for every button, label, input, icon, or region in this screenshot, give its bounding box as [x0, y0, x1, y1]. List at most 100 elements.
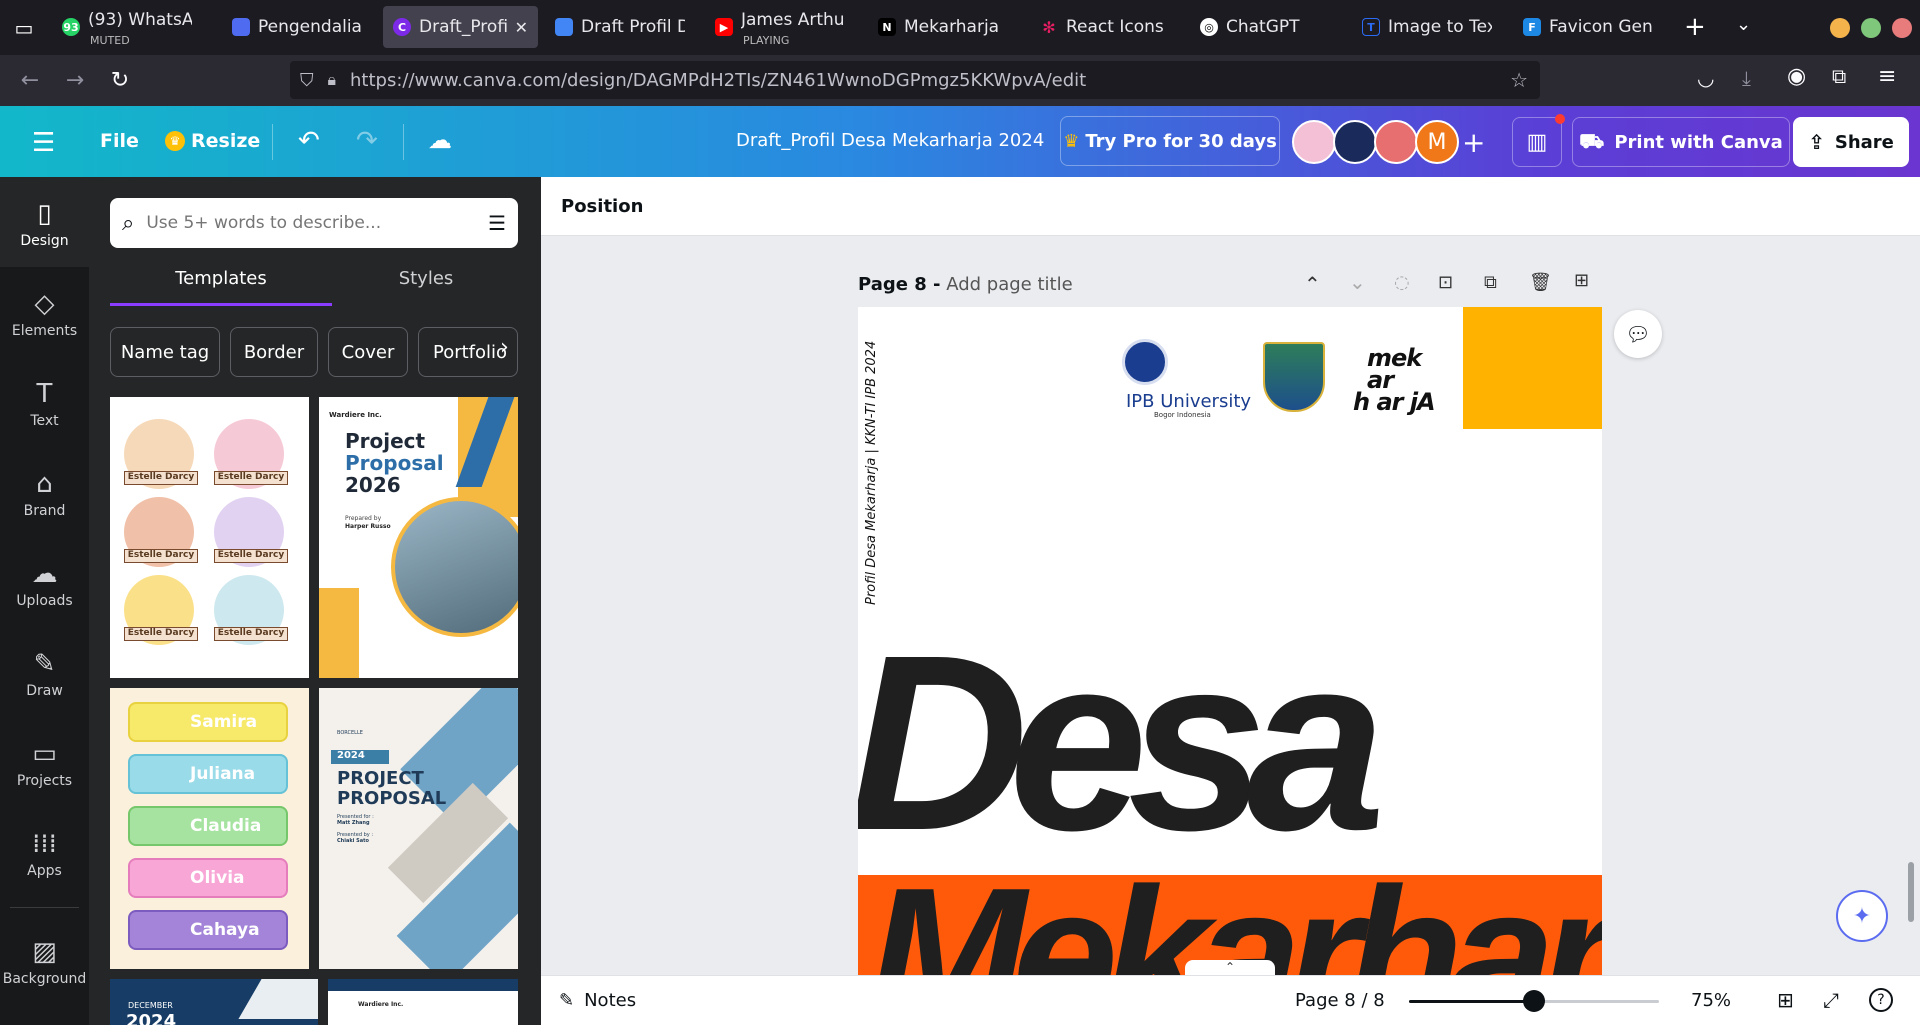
template-wardiere[interactable]: Wardiere Inc.: [328, 979, 518, 1025]
new-tab-icon[interactable]: +: [1684, 12, 1706, 42]
extensions-icon[interactable]: ⧉: [1832, 64, 1846, 88]
ipb-subtitle[interactable]: Bogor Indonesia: [1154, 411, 1211, 419]
lock-page-icon[interactable]: ⊡: [1438, 272, 1453, 293]
add-comment-icon[interactable]: 💬︎: [1614, 310, 1662, 358]
template-rainbow-name-tags[interactable]: Samira Juliana Claudia Olivia Cahaya: [110, 688, 309, 969]
grid-view-icon[interactable]: ⊞: [1777, 988, 1794, 1012]
chevron-right-icon[interactable]: ›: [500, 335, 509, 360]
tab-youtube[interactable]: ▶ James Arthur PLAYING: [705, 6, 855, 48]
tab-draft-profil-doc[interactable]: Draft Profil De: [545, 6, 695, 48]
scrollbar-thumb[interactable]: [1908, 862, 1914, 922]
move-page-down-icon[interactable]: ⌄: [1349, 270, 1366, 294]
rail-design[interactable]: ▯ Design: [0, 199, 89, 249]
move-page-up-icon[interactable]: ⌃: [1304, 272, 1321, 296]
lock-icon[interactable]: 🔒︎: [328, 70, 337, 90]
insights-button[interactable]: ▥: [1512, 114, 1565, 167]
rail-elements[interactable]: ◇ Elements: [0, 289, 89, 339]
template-search-box[interactable]: ⌕ ☰: [110, 198, 518, 248]
add-page-icon[interactable]: ⊞: [1574, 270, 1589, 291]
expand-pages-icon[interactable]: ⌃: [1185, 960, 1275, 975]
chip-border[interactable]: Border: [230, 327, 318, 377]
tab-favicon[interactable]: F Favicon Gene: [1513, 6, 1663, 48]
page-count[interactable]: Page 8 / 8: [1295, 990, 1385, 1011]
collaborator-avatar[interactable]: [1333, 120, 1377, 164]
tab-list-icon[interactable]: ⌄: [1736, 14, 1751, 35]
hamburger-icon[interactable]: ☰: [32, 128, 55, 158]
share-button[interactable]: ⇪ Share: [1793, 117, 1909, 167]
user-avatar[interactable]: M: [1415, 120, 1459, 164]
template-december-2024[interactable]: DECEMBER 2024: [110, 979, 318, 1025]
side-vertical-text[interactable]: Profil Desa Mekarharja | KKN-TI IPB 2024: [864, 315, 879, 605]
mekarharja-logo[interactable]: mek ar h ar jA: [1353, 346, 1453, 414]
print-with-canva-button[interactable]: ⛟ Print with Canva: [1572, 117, 1790, 167]
zoom-level[interactable]: 75%: [1691, 990, 1731, 1011]
cloud-save-icon[interactable]: ☁: [428, 126, 452, 154]
bookmark-star-icon[interactable]: ☆: [1510, 68, 1528, 92]
template-name-tags[interactable]: Estelle Darcy Estelle Darcy Estelle Darc…: [110, 397, 309, 678]
account-icon[interactable]: ◉: [1787, 64, 1806, 89]
rail-uploads[interactable]: ☁ Uploads: [0, 559, 89, 609]
close-window-button[interactable]: [1892, 18, 1912, 38]
tab-chatgpt[interactable]: ◎ ChatGPT: [1190, 6, 1340, 48]
file-menu[interactable]: File: [100, 130, 139, 152]
tab-pengendalian[interactable]: Pengendalian: [222, 6, 372, 48]
magic-assistant-icon[interactable]: ✦: [1836, 890, 1888, 942]
rail-brand[interactable]: ⌂ Brand: [0, 469, 89, 519]
tab-styles[interactable]: Styles: [315, 268, 537, 289]
undo-icon[interactable]: ↶: [298, 126, 320, 156]
delete-page-icon[interactable]: 🗑︎: [1529, 272, 1552, 293]
add-collaborator-icon[interactable]: +: [1462, 126, 1485, 159]
template-project-proposal-2026[interactable]: Wardiere Inc. Project Proposal 2026 Prep…: [319, 397, 518, 678]
regency-emblem[interactable]: [1263, 342, 1325, 412]
minimize-button[interactable]: [1830, 18, 1850, 38]
tab-overview-icon[interactable]: ▭: [10, 14, 38, 42]
tab-templates[interactable]: Templates: [110, 268, 332, 289]
fullscreen-icon[interactable]: ⤢: [1823, 988, 1839, 1012]
chip-cover[interactable]: Cover: [328, 327, 408, 377]
hide-page-icon[interactable]: ◌: [1394, 272, 1410, 293]
yellow-block[interactable]: [1463, 307, 1602, 429]
downloads-icon[interactable]: ⤓: [1742, 66, 1751, 90]
rail-draw[interactable]: ✎ Draw: [0, 649, 89, 699]
search-input[interactable]: [146, 213, 457, 233]
rail-projects[interactable]: ▭ Projects: [0, 739, 89, 789]
tab-whatsapp[interactable]: 93 (93) WhatsApp MUTED: [52, 6, 202, 48]
collaborator-avatar[interactable]: [1374, 120, 1418, 164]
help-icon[interactable]: ?: [1869, 988, 1893, 1012]
big-title-desa[interactable]: Desa: [858, 618, 1386, 868]
document-title[interactable]: Draft_Profil Desa Mekarharja 2024: [736, 130, 1044, 151]
duplicate-page-icon[interactable]: ⧉: [1484, 272, 1497, 293]
tab-mekarharja[interactable]: N Mekarharja: [868, 6, 1018, 48]
shield-icon[interactable]: ⛉: [300, 70, 314, 91]
ipb-university-text[interactable]: IPB University: [1126, 391, 1251, 412]
zoom-slider-handle[interactable]: [1523, 990, 1545, 1012]
tab-draft-profil-active[interactable]: C Draft_Profil ✕: [383, 6, 538, 48]
collaborator-avatar[interactable]: [1292, 120, 1336, 164]
tab-image-to-text[interactable]: T Image to Text: [1352, 6, 1502, 48]
maximize-button[interactable]: [1861, 18, 1881, 38]
resize-button[interactable]: ♛ Resize: [165, 130, 260, 152]
url-text[interactable]: https://www.canva.com/design/DAGMPdH2TIs…: [350, 70, 1086, 91]
template-project-proposal-2024[interactable]: BORCELLE 2024 PROJECT PROPOSAL Presented…: [319, 688, 518, 969]
notes-button[interactable]: ✎ Notes: [559, 990, 636, 1011]
close-tab-icon[interactable]: ✕: [515, 18, 528, 37]
chip-name-tag[interactable]: Name tag: [110, 327, 220, 377]
url-bar[interactable]: ⛉ 🔒︎ https://www.canva.com/design/DAGMPd…: [290, 61, 1540, 99]
rail-text[interactable]: T Text: [0, 379, 89, 429]
tab-title: React Icons: [1066, 17, 1164, 37]
menu-icon[interactable]: ≡: [1878, 64, 1896, 89]
position-button[interactable]: Position: [561, 196, 643, 217]
pocket-icon[interactable]: ◡: [1697, 66, 1714, 90]
rail-background[interactable]: ▨ Background: [0, 937, 89, 987]
try-pro-button[interactable]: ♛ Try Pro for 30 days: [1060, 116, 1280, 166]
filter-icon[interactable]: ☰: [488, 211, 506, 235]
design-page[interactable]: Profil Desa Mekarharja | KKN-TI IPB 2024…: [858, 307, 1602, 975]
back-icon[interactable]: ←: [10, 61, 50, 101]
redo-icon[interactable]: ↷: [356, 126, 378, 156]
page-title-input[interactable]: Add page title: [946, 274, 1072, 295]
tab-react-icons[interactable]: ✻ React Icons: [1030, 6, 1180, 48]
zoom-slider-track[interactable]: [1409, 990, 1659, 1012]
reload-icon[interactable]: ↻: [100, 61, 140, 101]
forward-icon[interactable]: →: [55, 61, 95, 101]
rail-apps[interactable]: ⁞⁞⁞ Apps: [0, 829, 89, 879]
